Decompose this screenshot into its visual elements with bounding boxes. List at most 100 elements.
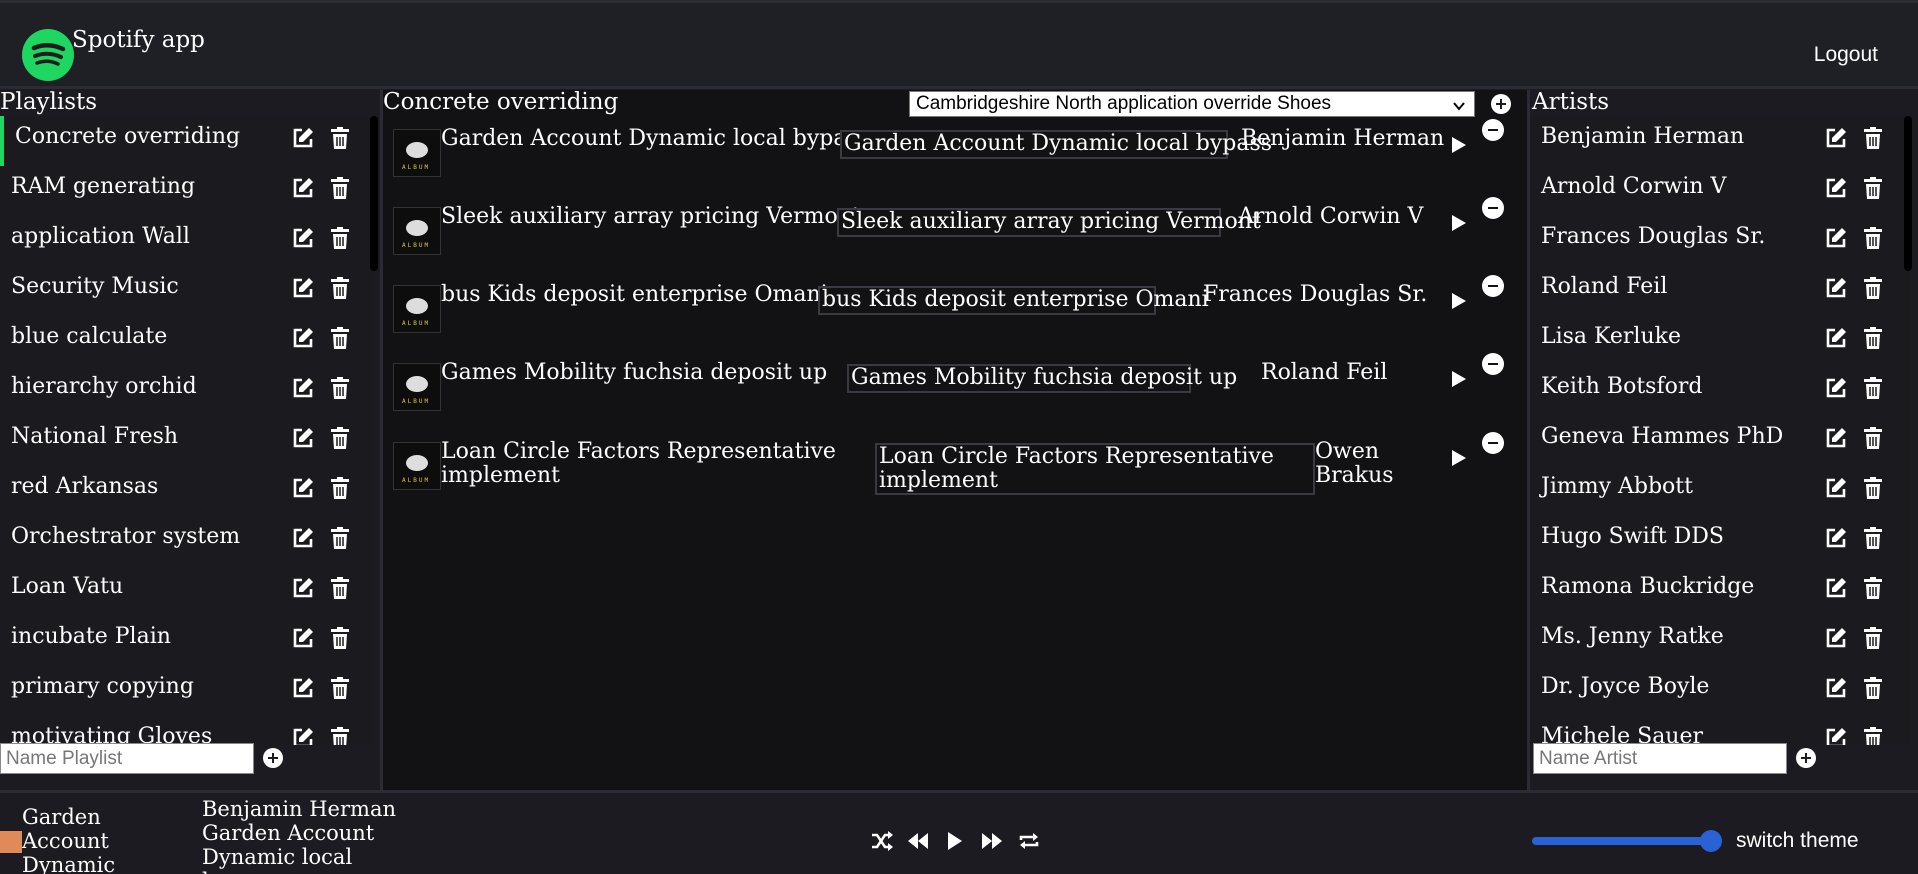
artist-item[interactable]: Ms. Jenny Ratke [1530, 616, 1890, 662]
trash-icon[interactable] [328, 526, 352, 550]
edit-icon[interactable] [1824, 226, 1848, 250]
playlist-item[interactable]: hierarchy orchid [0, 366, 360, 412]
artist-item[interactable]: Keith Botsford [1530, 366, 1890, 412]
trash-icon[interactable] [1861, 676, 1885, 700]
edit-icon[interactable] [1824, 326, 1848, 350]
trash-icon[interactable] [1861, 276, 1885, 300]
switch-theme-button[interactable]: switch theme [1736, 829, 1859, 853]
artist-item[interactable]: Dr. Joyce Boyle [1530, 666, 1890, 712]
track-name-field[interactable]: bus Kids deposit enterprise Omani [818, 286, 1209, 315]
edit-icon[interactable] [291, 476, 315, 500]
play-icon[interactable] [1450, 213, 1468, 233]
edit-icon[interactable] [1824, 676, 1848, 700]
playlist-item[interactable]: Concrete overriding [0, 116, 360, 166]
playlist-item[interactable]: motivating Gloves [0, 716, 360, 745]
add-artist-button[interactable] [1796, 748, 1816, 768]
artist-item[interactable]: Roland Feil [1530, 266, 1890, 312]
playlist-item[interactable]: Security Music [0, 266, 360, 312]
trash-icon[interactable] [1861, 176, 1885, 200]
trash-icon[interactable] [328, 426, 352, 450]
artist-item[interactable]: Geneva Hammes PhD [1530, 416, 1890, 462]
playlist-item[interactable]: Orchestrator system [0, 516, 360, 562]
trash-icon[interactable] [328, 576, 352, 600]
play-icon[interactable] [1450, 135, 1468, 155]
edit-icon[interactable] [1824, 526, 1848, 550]
edit-icon[interactable] [291, 276, 315, 300]
play-icon[interactable] [946, 830, 964, 856]
edit-icon[interactable] [1824, 126, 1848, 150]
remove-track-button[interactable] [1482, 432, 1504, 454]
artist-name-input[interactable] [1533, 743, 1787, 774]
volume-slider[interactable] [1532, 837, 1717, 845]
edit-icon[interactable] [291, 726, 315, 745]
trash-icon[interactable] [328, 476, 352, 500]
add-track-select[interactable]: Cambridgeshire North application overrid… [909, 91, 1475, 117]
track-row[interactable]: ALBUM Sleek auxiliary array pricing Vermo… [393, 197, 1523, 275]
track-row[interactable]: ALBUM Games Mobility fuchsia deposit up Ga… [393, 353, 1523, 431]
edit-icon[interactable] [291, 126, 315, 150]
playlist-item[interactable]: Loan Vatu [0, 566, 360, 612]
trash-icon[interactable] [1861, 226, 1885, 250]
trash-icon[interactable] [328, 726, 352, 745]
artist-item[interactable]: Ramona Buckridge [1530, 566, 1890, 612]
track-row[interactable]: ALBUM bus Kids deposit enterprise Omani bu… [393, 275, 1523, 353]
track-name-field[interactable]: Sleek auxiliary array pricing Vermont [837, 208, 1261, 237]
next-icon[interactable] [980, 830, 1004, 856]
playlist-item[interactable]: primary copying [0, 666, 360, 712]
trash-icon[interactable] [328, 626, 352, 650]
playlist-item[interactable]: red Arkansas [0, 466, 360, 512]
trash-icon[interactable] [1861, 626, 1885, 650]
edit-icon[interactable] [1824, 276, 1848, 300]
playlist-item[interactable]: blue calculate [0, 316, 360, 362]
edit-icon[interactable] [291, 526, 315, 550]
play-icon[interactable] [1450, 369, 1468, 389]
remove-track-button[interactable] [1482, 119, 1504, 141]
trash-icon[interactable] [328, 176, 352, 200]
edit-icon[interactable] [1824, 176, 1848, 200]
playlist-item[interactable]: application Wall [0, 216, 360, 262]
add-track-button[interactable] [1491, 94, 1511, 114]
edit-icon[interactable] [291, 626, 315, 650]
trash-icon[interactable] [1861, 376, 1885, 400]
artist-item[interactable]: Lisa Kerluke [1530, 316, 1890, 362]
edit-icon[interactable] [291, 326, 315, 350]
artist-item[interactable]: Hugo Swift DDS [1530, 516, 1890, 562]
trash-icon[interactable] [1861, 476, 1885, 500]
trash-icon[interactable] [1861, 726, 1885, 745]
edit-icon[interactable] [1824, 576, 1848, 600]
trash-icon[interactable] [328, 276, 352, 300]
track-row[interactable]: ALBUM Garden Account Dynamic local bypass… [393, 119, 1523, 197]
shuffle-icon[interactable] [870, 830, 894, 856]
volume-slider-thumb[interactable] [1700, 830, 1722, 852]
artist-item[interactable]: Jimmy Abbott [1530, 466, 1890, 512]
edit-icon[interactable] [291, 576, 315, 600]
trash-icon[interactable] [1861, 526, 1885, 550]
edit-icon[interactable] [291, 426, 315, 450]
track-name-field[interactable]: Garden Account Dynamic local bypass [840, 130, 1272, 159]
edit-icon[interactable] [1824, 476, 1848, 500]
trash-icon[interactable] [328, 226, 352, 250]
playlist-item[interactable]: incubate Plain [0, 616, 360, 662]
remove-track-button[interactable] [1482, 353, 1504, 375]
edit-icon[interactable] [291, 376, 315, 400]
trash-icon[interactable] [328, 376, 352, 400]
artist-item[interactable]: Benjamin Herman [1530, 116, 1890, 162]
track-name-field[interactable]: Games Mobility fuchsia deposit up [847, 364, 1237, 393]
trash-icon[interactable] [1861, 426, 1885, 450]
edit-icon[interactable] [291, 176, 315, 200]
edit-icon[interactable] [1824, 626, 1848, 650]
repeat-icon[interactable] [1017, 830, 1041, 856]
edit-icon[interactable] [1824, 726, 1848, 745]
logout-button[interactable]: Logout [1814, 43, 1878, 67]
artists-scrollbar[interactable] [1904, 116, 1912, 271]
trash-icon[interactable] [328, 326, 352, 350]
remove-track-button[interactable] [1482, 275, 1504, 297]
artist-item[interactable]: Michele Sauer [1530, 716, 1890, 745]
remove-track-button[interactable] [1482, 197, 1504, 219]
playlist-item[interactable]: National Fresh [0, 416, 360, 462]
trash-icon[interactable] [1861, 126, 1885, 150]
artist-item[interactable]: Frances Douglas Sr. [1530, 216, 1890, 262]
play-icon[interactable] [1450, 448, 1468, 468]
playlist-item[interactable]: RAM generating [0, 166, 360, 212]
add-playlist-button[interactable] [263, 748, 283, 768]
